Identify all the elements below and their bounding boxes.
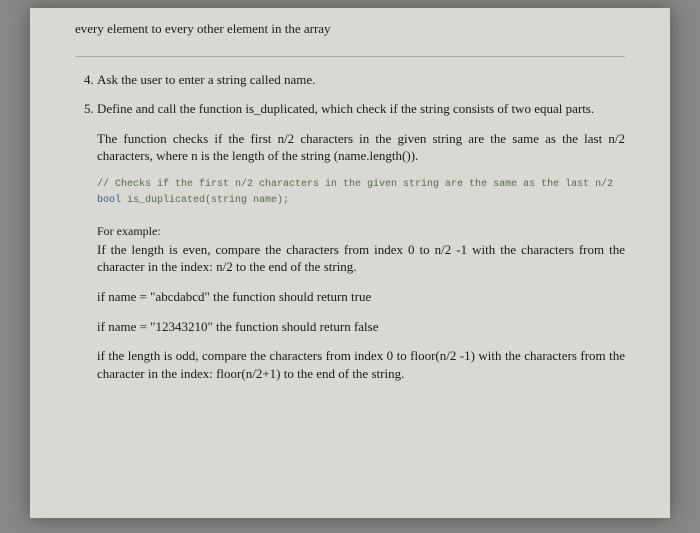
document-page: every element to every other element in … xyxy=(30,8,670,518)
code-keyword: bool xyxy=(97,195,121,206)
for-example-label: For example: xyxy=(97,223,625,239)
example-false: if name = "12343210" the function should… xyxy=(97,318,625,336)
code-signature: bool is_duplicated(string name); xyxy=(97,193,625,209)
odd-length-paragraph: if the length is odd, compare the charac… xyxy=(97,347,625,382)
code-rest: is_duplicated(string name); xyxy=(121,195,289,206)
code-comment: // Checks if the first n/2 characters in… xyxy=(97,177,625,193)
separator-line xyxy=(75,56,625,57)
even-length-paragraph: If the length is even, compare the chara… xyxy=(97,241,625,276)
question-list: Ask the user to enter a string called na… xyxy=(75,71,625,118)
example-true: if name = "abcdabcd" the function should… xyxy=(97,288,625,306)
explanation-paragraph-1: The function checks if the first n/2 cha… xyxy=(97,130,625,165)
question-4: Ask the user to enter a string called na… xyxy=(97,71,625,89)
question-5: Define and call the function is_duplicat… xyxy=(97,100,625,118)
continuation-text: every element to every other element in … xyxy=(75,20,625,38)
code-block: // Checks if the first n/2 characters in… xyxy=(97,177,625,209)
